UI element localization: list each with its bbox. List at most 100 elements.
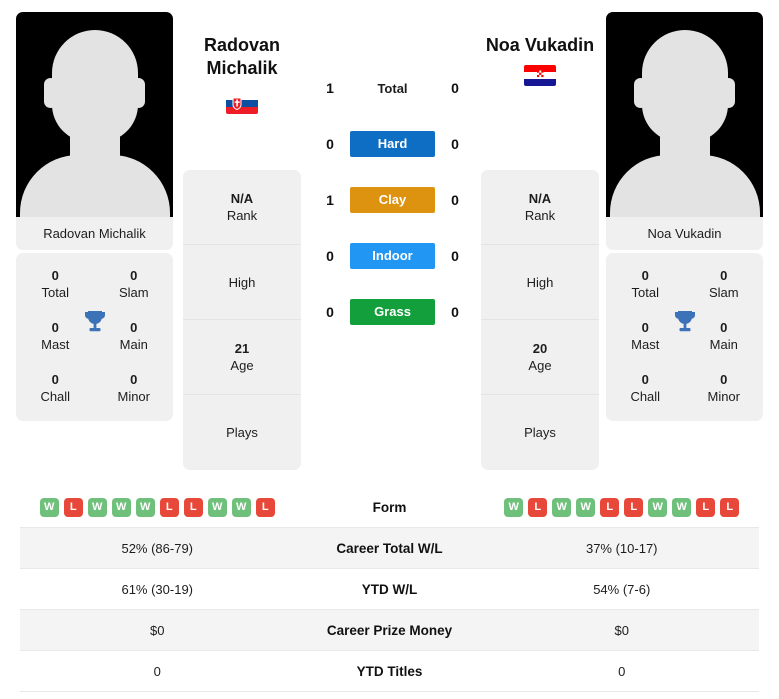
row-label-career-prize-money: Career Prize Money <box>326 622 453 638</box>
surface-label-clay[interactable]: Clay <box>350 187 435 213</box>
right-plays-label: Plays <box>524 425 556 440</box>
comparison-table: W L W W W L L W W L Form W L W W L L W W L L 52% (86-79) Caree… <box>20 487 759 692</box>
head-to-head-comparison: Radovan Michalik 0 Total 0 Slam 0 Mast 0… <box>0 0 779 699</box>
form-badge-loss[interactable]: L <box>255 497 275 517</box>
players-overview-section: Radovan Michalik 0 Total 0 Slam 0 Mast 0… <box>0 0 779 478</box>
silhouette-ear-right <box>722 78 735 108</box>
row-label-form: Form <box>372 499 407 515</box>
form-badge-loss[interactable]: L <box>159 497 179 517</box>
right-career-total-w-l-value: 37% (10-17) <box>585 540 658 556</box>
head-to-head-surface-scores: 1 Total 0 0 Hard 0 1 Clay 0 0 Indoor 0 0 Grass 0 <box>310 60 475 340</box>
right-titles-slam: 0 Slam <box>708 268 739 300</box>
left-high-label: High <box>228 274 256 290</box>
surface-score-right-hard: 0 <box>451 136 459 152</box>
left-high-row: High <box>183 245 301 320</box>
form-badge-loss[interactable]: L <box>528 497 548 517</box>
right-player-photo-caption: Noa Vukadin <box>606 217 763 250</box>
surface-score-left-total: 1 <box>326 80 334 96</box>
right-high-label: High <box>526 274 554 290</box>
form-badge-win[interactable]: W <box>111 497 131 517</box>
form-badge-win[interactable]: W <box>87 497 107 517</box>
left-player-name[interactable]: Radovan Michalik <box>162 34 322 80</box>
left-rank-row: N/A Rank <box>183 170 301 245</box>
surface-label-indoor[interactable]: Indoor <box>350 243 435 269</box>
row-label-ytd-titles: YTD Titles <box>356 663 423 679</box>
right-titles-chall: 0 Chall <box>630 372 661 404</box>
form-badge-loss[interactable]: L <box>183 497 203 517</box>
right-player-titles-card: 0 Total 0 Slam 0 Mast 0 Main 0 Chall 0 M… <box>606 253 763 421</box>
left-form-strip: WLWWWLLWWL <box>20 497 295 517</box>
right-player-info-card: N/A Rank High 20 Age Plays <box>481 170 599 470</box>
form-badge-win[interactable]: W <box>672 497 692 517</box>
right-plays-row: Plays <box>481 395 599 470</box>
form-badge-win[interactable]: W <box>648 497 668 517</box>
left-ytd-w-l-value: 61% (30-19) <box>121 581 194 597</box>
form-badge-loss[interactable]: L <box>600 497 620 517</box>
left-player-photo-card[interactable]: Radovan Michalik <box>16 12 173 250</box>
form-badge-win[interactable]: W <box>504 497 524 517</box>
right-rank-label: Rank <box>524 208 556 223</box>
table-row: W L W W W L L W W L Form W L W W L L W W L L <box>20 487 759 528</box>
row-label-career-total-w-l: Career Total W/L <box>336 540 443 556</box>
right-rank-value: N/A <box>528 191 552 206</box>
surface-score-right-indoor: 0 <box>451 248 459 264</box>
surface-row-clay: 1 Clay 0 <box>310 172 475 228</box>
form-badge-win[interactable]: W <box>552 497 572 517</box>
left-titles-minor: 0 Minor <box>117 372 150 404</box>
form-badge-loss[interactable]: L <box>624 497 644 517</box>
right-player-name[interactable]: Noa Vukadin <box>460 34 620 57</box>
form-badge-loss[interactable]: L <box>63 497 83 517</box>
surface-label-grass[interactable]: Grass <box>350 299 435 325</box>
right-titles-minor: 0 Minor <box>707 372 740 404</box>
right-high-row: High <box>481 245 599 320</box>
surface-row-total: 1 Total 0 <box>310 60 475 116</box>
silhouette-body <box>609 155 760 217</box>
left-player-avatar <box>16 12 173 217</box>
left-form-value: WLWWWLLWWL <box>20 497 295 517</box>
left-titles-slam: 0 Slam <box>118 268 149 300</box>
right-form-value: WLWWLLWWLL <box>485 497 760 517</box>
right-rank-row: N/A Rank <box>481 170 599 245</box>
trophy-icon <box>674 311 695 332</box>
right-age-label: Age <box>528 358 552 373</box>
form-badge-loss[interactable]: L <box>720 497 740 517</box>
silhouette-ear-left <box>44 78 57 108</box>
left-age-value: 21 <box>234 341 250 356</box>
left-player-info-card: N/A Rank High 21 Age Plays <box>183 170 301 470</box>
right-ytd-w-l-value: 54% (7-6) <box>593 581 651 597</box>
surface-score-right-clay: 0 <box>451 192 459 208</box>
left-age-label: Age <box>230 358 254 373</box>
form-badge-win[interactable]: W <box>135 497 155 517</box>
surface-score-left-hard: 0 <box>326 136 334 152</box>
left-titles-total: 0 Total <box>41 268 69 300</box>
right-age-value: 20 <box>532 341 548 356</box>
form-badge-win[interactable]: W <box>39 497 59 517</box>
form-badge-win[interactable]: W <box>231 497 251 517</box>
right-titles-total: 0 Total <box>631 268 659 300</box>
surface-score-right-grass: 0 <box>451 304 459 320</box>
surface-score-left-indoor: 0 <box>326 248 334 264</box>
form-badge-loss[interactable]: L <box>696 497 716 517</box>
left-age-row: 21 Age <box>183 320 301 395</box>
right-career-prize-money-value: $0 <box>614 622 629 638</box>
surface-score-left-grass: 0 <box>326 304 334 320</box>
right-player-column: Noa Vukadin 0 Total 0 Slam 0 Mast 0 Main… <box>606 12 763 421</box>
left-ytd-titles-value: 0 <box>153 663 161 679</box>
left-player-titles-card: 0 Total 0 Slam 0 Mast 0 Main 0 Chall 0 M… <box>16 253 173 421</box>
left-titles-chall: 0 Chall <box>40 372 71 404</box>
form-badge-win[interactable]: W <box>576 497 596 517</box>
left-player-column: Radovan Michalik 0 Total 0 Slam 0 Mast 0… <box>16 12 173 421</box>
surface-label-hard[interactable]: Hard <box>350 131 435 157</box>
table-row: 61% (30-19) YTD W/L 54% (7-6) <box>20 569 759 610</box>
silhouette-body <box>19 155 170 217</box>
right-form-strip: WLWWLLWWLL <box>485 497 760 517</box>
form-badge-win[interactable]: W <box>207 497 227 517</box>
silhouette-ear-right <box>132 78 145 108</box>
silhouette-ear-left <box>634 78 647 108</box>
table-row: $0 Career Prize Money $0 <box>20 610 759 651</box>
surface-row-grass: 0 Grass 0 <box>310 284 475 340</box>
table-row: 52% (86-79) Career Total W/L 37% (10-17) <box>20 528 759 569</box>
flag-slovakia-icon <box>226 93 258 114</box>
right-player-avatar <box>606 12 763 217</box>
right-player-photo-card[interactable]: Noa Vukadin <box>606 12 763 250</box>
